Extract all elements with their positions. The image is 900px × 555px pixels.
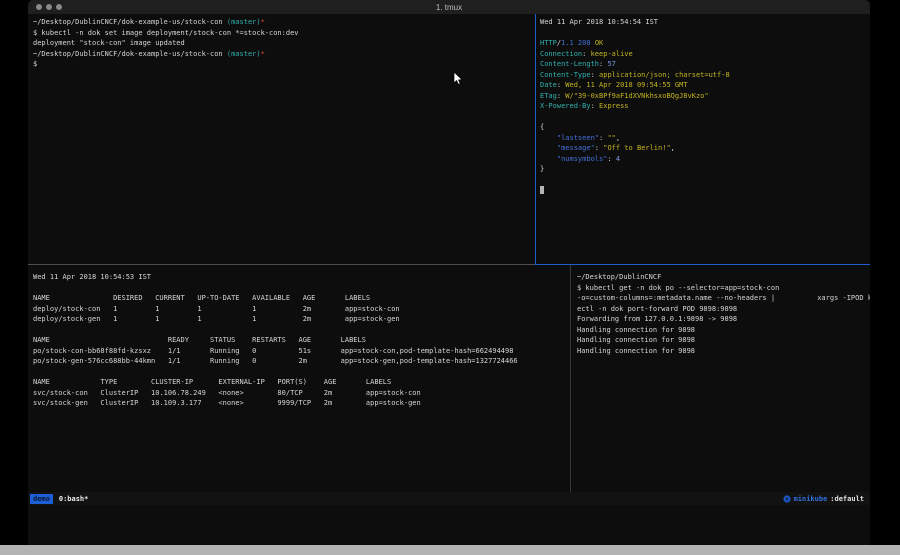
zoom-button[interactable] [56, 4, 62, 10]
terminal-line: "message": "Off to Berlin!", [540, 143, 866, 154]
terminal-line: -o=custom-columns=:metadata.name --no-he… [577, 293, 864, 304]
terminal-line: Handling connection for 9898 [577, 325, 864, 336]
terminal-line [540, 112, 866, 123]
kube-namespace-label: :default [830, 495, 864, 503]
terminal-line: { [540, 122, 866, 133]
terminal-line: svc/stock-gen ClusterIP 10.109.3.177 <no… [33, 398, 565, 409]
terminal-line: Forwarding from 127.0.0.1:9898 -> 9898 [577, 314, 864, 325]
close-button[interactable] [36, 4, 42, 10]
session-name-badge[interactable]: demo [30, 494, 53, 504]
terminal-line: } [540, 164, 866, 175]
terminal-line [540, 185, 866, 196]
terminal-line: ETag: W/"39-0xBPf9aF1dXVNkhsxoBQgJ8vKzo" [540, 91, 866, 102]
terminal-line: "numsymbols": 4 [540, 154, 866, 165]
pane-top-left-shell[interactable]: ~/Desktop/DublinCNCF/dok-example-us/stoc… [28, 14, 535, 264]
terminal-line: Content-Length: 57 [540, 59, 866, 70]
terminal-line [33, 367, 565, 378]
terminal-line: po/stock-con-bb68f88fd-kzsxz 1/1 Running… [33, 346, 565, 357]
terminal-line: "lastseen": "", [540, 133, 866, 144]
desktop-bottom-strip [0, 545, 900, 555]
window-titlebar[interactable]: 1. tmux [28, 0, 870, 14]
kubernetes-wheel-icon [783, 495, 791, 503]
terminal-line: NAME TYPE CLUSTER-IP EXTERNAL-IP PORT(S)… [33, 377, 565, 388]
kube-context-label: minikube [794, 495, 828, 503]
terminal-line: Connection: keep-alive [540, 49, 866, 60]
terminal-line: ectl -n dok port-forward POD 9898:9898 [577, 304, 864, 315]
mouse-cursor-icon [453, 72, 463, 85]
minimize-button[interactable] [46, 4, 52, 10]
pane-bottom-right-port-forward[interactable]: ~/Desktop/DublinCNCF$ kubectl get -n dok… [571, 265, 870, 492]
terminal-line: Date: Wed, 11 Apr 2018 09:54:55 GMT [540, 80, 866, 91]
terminal-line [33, 325, 565, 336]
status-right: minikube:default [783, 495, 864, 503]
terminal-line: NAME READY STATUS RESTARTS AGE LABELS [33, 335, 565, 346]
terminal-line: deploy/stock-con 1 1 1 1 2m app=stock-co… [33, 304, 565, 315]
terminal-line: po/stock-gen-576cc688bb-44kmn 1/1 Runnin… [33, 356, 565, 367]
terminal-line: $ [33, 59, 530, 70]
terminal-line: deployment "stock-con" image updated [33, 38, 530, 49]
terminal-window: 1. tmux ~/Desktop/DublinCNCF/dok-example… [28, 0, 870, 545]
traffic-lights [36, 4, 62, 10]
terminal-line [33, 283, 565, 294]
terminal-line: Content-Type: application/json; charset=… [540, 70, 866, 81]
terminal-line: NAME DESIRED CURRENT UP-TO-DATE AVAILABL… [33, 293, 565, 304]
pane-divider-vertical-bottom[interactable] [570, 265, 571, 492]
terminal-line: ~/Desktop/DublinCNCF [577, 272, 864, 283]
terminal-line: $ kubectl -n dok set image deployment/st… [33, 28, 530, 39]
terminal-line: ~/Desktop/DublinCNCF/dok-example-us/stoc… [33, 49, 530, 60]
terminal-line: Wed 11 Apr 2018 10:54:54 IST [540, 17, 866, 28]
tmux-session: ~/Desktop/DublinCNCF/dok-example-us/stoc… [28, 14, 870, 545]
terminal-line: X-Powered-By: Express [540, 101, 866, 112]
pane-divider-vertical-top[interactable] [535, 14, 536, 264]
terminal-line: Handling connection for 9898 [577, 335, 864, 346]
pane-divider-horizontal-left[interactable] [28, 264, 535, 265]
terminal-line [540, 175, 866, 186]
terminal-line: Handling connection for 9898 [577, 346, 864, 357]
terminal-line [540, 28, 866, 39]
terminal-line: deploy/stock-gen 1 1 1 1 2m app=stock-ge… [33, 314, 565, 325]
window-title: 1. tmux [436, 3, 462, 12]
pane-divider-horizontal-right[interactable] [535, 264, 870, 265]
terminal-line: $ kubectl get -n dok po --selector=app=s… [577, 283, 864, 294]
window-list-item[interactable]: 0:bash* [59, 495, 89, 503]
tmux-status-bar: demo 0:bash* minikube:default [28, 492, 870, 505]
terminal-line: ~/Desktop/DublinCNCF/dok-example-us/stoc… [33, 17, 530, 28]
pane-bottom-left-kubectl-watch[interactable]: Wed 11 Apr 2018 10:54:53 IST NAME DESIRE… [28, 265, 570, 492]
terminal-line: Wed 11 Apr 2018 10:54:53 IST [33, 272, 565, 283]
pane-top-right-http-response[interactable]: Wed 11 Apr 2018 10:54:54 IST HTTP/1.1 20… [536, 14, 870, 264]
terminal-line: HTTP/1.1 200 OK [540, 38, 866, 49]
terminal-line: svc/stock-con ClusterIP 10.106.78.249 <n… [33, 388, 565, 399]
